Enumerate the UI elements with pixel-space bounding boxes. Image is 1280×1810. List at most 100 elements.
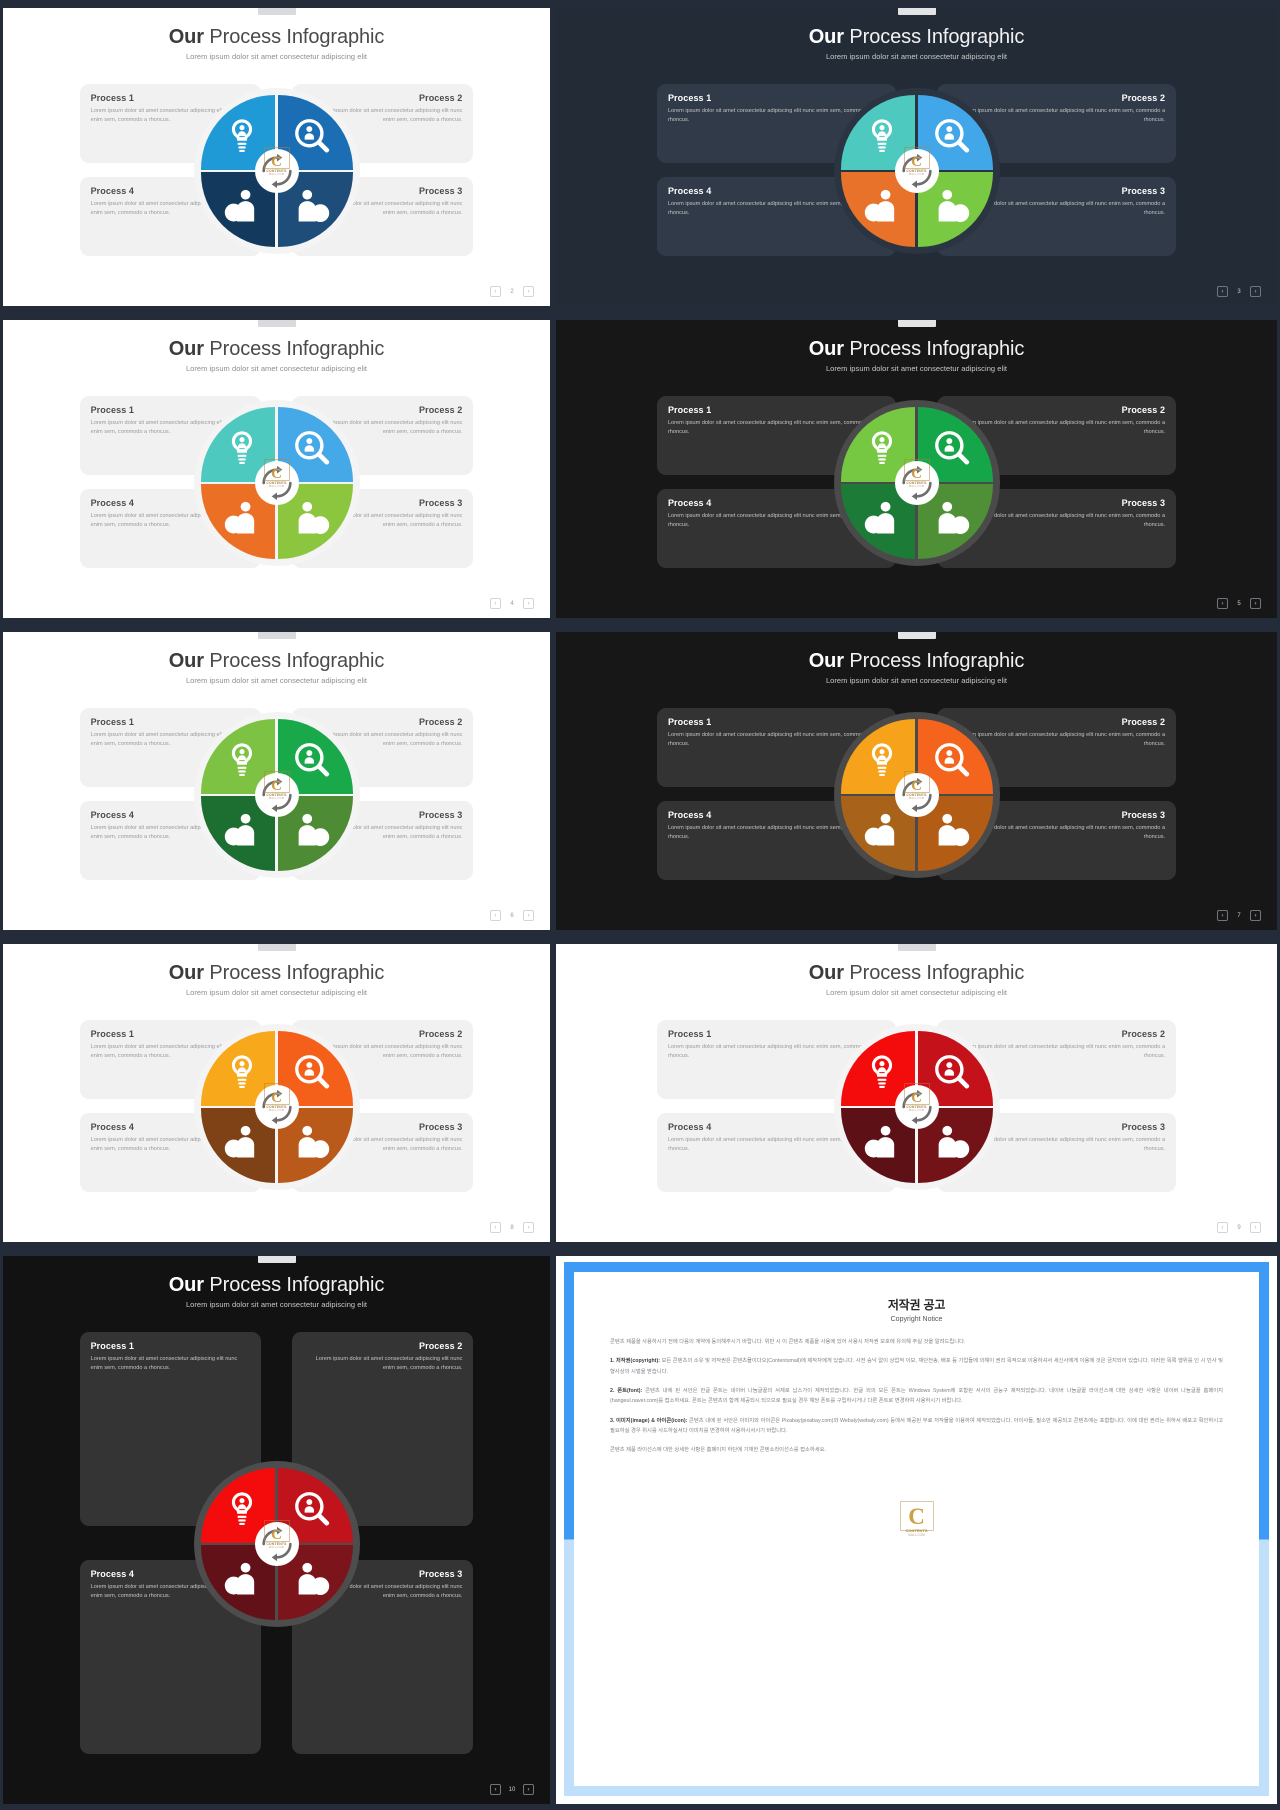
slide-pager[interactable]: ‹ 10 › [490,1784,534,1795]
title-bold-part: Our [168,338,204,360]
title-bold-part: Our [168,26,204,48]
process-wheel[interactable]: C CONTENTS MALL.COM [833,712,1000,878]
process-wheel[interactable]: C CONTENTS MALL.COM [193,712,360,878]
slide-tab-marker [257,1256,296,1263]
slide-6[interactable]: Our Process Infographic Lorem ipsum dolor… [3,632,550,930]
slide-tab-marker [257,320,296,327]
slide-thumbnail-grid: Our Process Infographic Lorem ipsum dolor… [0,0,1280,1810]
wheel-center-hub: C CONTENTS MALL.COM [254,1083,299,1129]
grid-cell: 저작권 공고 Copyright Notice 콘텐츠 제품을 사용하시기 전에 다… [553,1248,1280,1810]
pager-next-button[interactable]: › [523,598,534,609]
copyright-slide[interactable]: 저작권 공고 Copyright Notice 콘텐츠 제품을 사용하시기 전에 다… [556,1256,1277,1804]
grid-cell: Our Process Infographic Lorem ipsum dolor… [553,624,1280,936]
wheel-center-hub: C CONTENTS MALL.COM [254,771,299,817]
slide-pager[interactable]: ‹ 3 › [1217,286,1261,297]
grid-cell: Our Process Infographic Lorem ipsum dolor… [0,624,553,936]
slide-8[interactable]: Our Process Infographic Lorem ipsum dolor… [3,944,550,1242]
title-bold-part: Our [808,26,844,48]
slide-header: Our Process Infographic Lorem ipsum dolor… [556,944,1277,997]
title-bold-part: Our [168,650,204,672]
process-wheel[interactable]: C CONTENTS MALL.COM [193,88,360,254]
page-title: Our Process Infographic [808,962,1025,984]
slide-pager[interactable]: ‹ 7 › [1217,910,1261,921]
process-card-2-desc: Lorem ipsum dolor sit amet consectetur a… [315,1356,463,1372]
copyright-paper: 저작권 공고 Copyright Notice 콘텐츠 제품을 사용하시기 전에 다… [574,1272,1259,1786]
pager-prev-button[interactable]: ‹ [1217,1222,1228,1233]
slide-header: Our Process Infographic Lorem ipsum dolor… [556,320,1277,373]
slide-pager[interactable]: ‹ 2 › [490,286,534,297]
slide-header: Our Process Infographic Lorem ipsum dolor… [3,944,550,997]
grid-cell: Our Process Infographic Lorem ipsum dolor… [553,0,1280,312]
slide-pager[interactable]: ‹ 8 › [490,1222,534,1233]
pager-prev-button[interactable]: ‹ [490,286,501,297]
pager-next-button[interactable]: › [1250,1222,1261,1233]
slide-5[interactable]: Our Process Infographic Lorem ipsum dolor… [556,320,1277,618]
slide-body: Process 1 Lorem ipsum dolor sit amet cons… [3,70,550,272]
grid-cell: Our Process Infographic Lorem ipsum dolor… [553,312,1280,624]
slide-header: Our Process Infographic Lorem ipsum dolor… [3,1256,550,1309]
slide-body: Process 1 Lorem ipsum dolor sit amet cons… [556,382,1277,584]
pager-prev-button[interactable]: ‹ [490,910,501,921]
slide-2[interactable]: Our Process Infographic Lorem ipsum dolor… [3,8,550,306]
slide-10[interactable]: Our Process Infographic Lorem ipsum dolor… [3,1256,550,1804]
slide-4[interactable]: Our Process Infographic Lorem ipsum dolor… [3,320,550,618]
wheel-center-hub: C CONTENTS MALL.COM [254,459,299,505]
page-title: Our Process Infographic [808,650,1025,672]
slide-tab-marker [897,320,936,327]
process-card-1-title: Process 1 [90,1341,135,1351]
pager-next-button[interactable]: › [1250,286,1261,297]
copyright-subheading: Copyright Notice [890,1316,943,1323]
pager-prev-button[interactable]: ‹ [490,1222,501,1233]
grid-cell: Our Process Infographic Lorem ipsum dolor… [0,312,553,624]
pager-prev-button[interactable]: ‹ [1217,910,1228,921]
slide-pager[interactable]: ‹ 6 › [490,910,534,921]
wheel-center-hub: C CONTENTS MALL.COM [254,147,299,193]
pager-prev-button[interactable]: ‹ [490,598,501,609]
slide-tab-marker [257,944,296,951]
process-wheel[interactable]: C CONTENTS MALL.COM [833,400,1000,566]
pager-next-button[interactable]: › [1250,598,1261,609]
slide-pager[interactable]: ‹ 9 › [1217,1222,1261,1233]
circular-arrows-icon [257,775,297,815]
page-subtitle: Lorem ipsum dolor sit amet consectetur a… [825,676,1008,685]
circular-arrows-icon [897,775,937,815]
slide-pager[interactable]: ‹ 5 › [1217,598,1261,609]
pager-prev-button[interactable]: ‹ [490,1784,501,1795]
page-title: Our Process Infographic [808,338,1025,360]
circular-arrows-icon [257,1524,297,1564]
circular-arrows-icon [257,1087,297,1127]
pager-page-number: 3 [1237,288,1241,295]
slide-3[interactable]: Our Process Infographic Lorem ipsum dolor… [556,8,1277,306]
page-subtitle: Lorem ipsum dolor sit amet consectetur a… [185,52,368,61]
title-bold-part: Our [168,1274,204,1296]
slide-tab-marker [897,8,936,15]
pager-next-button[interactable]: › [523,910,534,921]
process-wheel[interactable]: C CONTENTS MALL.COM [833,1024,1000,1190]
process-wheel[interactable]: C CONTENTS MALL.COM [833,88,1000,254]
pager-next-button[interactable]: › [523,286,534,297]
pager-next-button[interactable]: › [523,1222,534,1233]
wheel-center-hub: C CONTENTS MALL.COM [894,459,939,505]
process-wheel[interactable]: C CONTENTS MALL.COM [193,1461,360,1627]
pager-prev-button[interactable]: ‹ [1217,286,1228,297]
slide-pager[interactable]: ‹ 4 › [490,598,534,609]
pager-next-button[interactable]: › [1250,910,1261,921]
process-wheel[interactable]: C CONTENTS MALL.COM [193,400,360,566]
title-bold-part: Our [808,650,844,672]
slide-body: Process 1 Lorem ipsum dolor sit amet cons… [556,1006,1277,1208]
slide-body: Process 1 Lorem ipsum dolor sit amet cons… [3,1318,550,1770]
page-subtitle: Lorem ipsum dolor sit amet consectetur a… [185,676,368,685]
wheel-center-hub: C CONTENTS MALL.COM [254,1520,299,1566]
slide-header: Our Process Infographic Lorem ipsum dolor… [556,632,1277,685]
slide-9[interactable]: Our Process Infographic Lorem ipsum dolor… [556,944,1277,1242]
pager-prev-button[interactable]: ‹ [1217,598,1228,609]
title-bold-part: Our [808,962,844,984]
pager-page-number: 8 [510,1224,514,1231]
slide-body: Process 1 Lorem ipsum dolor sit amet cons… [3,382,550,584]
slide-body: Process 1 Lorem ipsum dolor sit amet cons… [556,70,1277,272]
process-wheel[interactable]: C CONTENTS MALL.COM [193,1024,360,1190]
contents-mall-watermark: C CONTENTS MALL.COM [894,1500,940,1547]
slide-header: Our Process Infographic Lorem ipsum dolor… [3,632,550,685]
slide-7[interactable]: Our Process Infographic Lorem ipsum dolor… [556,632,1277,930]
pager-next-button[interactable]: › [523,1784,534,1795]
